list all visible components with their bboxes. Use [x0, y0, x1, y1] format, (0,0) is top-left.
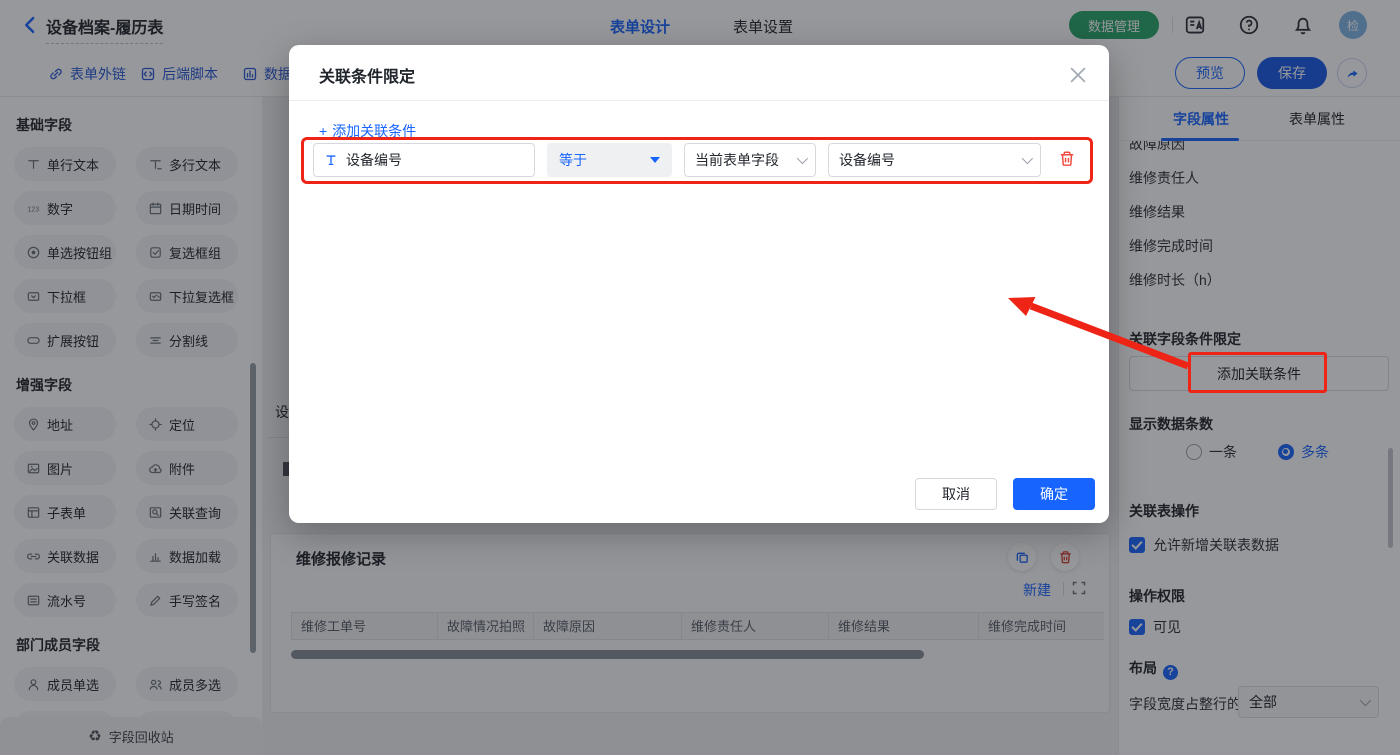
- text-field-icon: [324, 153, 338, 167]
- condition-value-select[interactable]: 设备编号: [828, 143, 1041, 177]
- add-condition-link[interactable]: + 添加关联条件: [319, 121, 416, 141]
- confirm-button[interactable]: 确定: [1013, 478, 1095, 510]
- chevron-down-icon: [797, 153, 808, 164]
- trash-icon: [1058, 150, 1076, 168]
- relation-condition-modal: 关联条件限定 + 添加关联条件 设备编号 等于 当前表单字段 设备编号 取消 确…: [289, 45, 1109, 523]
- condition-operator-select[interactable]: 等于: [547, 143, 672, 177]
- condition-source-select[interactable]: 当前表单字段: [684, 143, 816, 177]
- plus-icon: +: [319, 123, 327, 139]
- caret-down-icon: [650, 157, 660, 163]
- chevron-down-icon: [1022, 153, 1033, 164]
- delete-condition-button[interactable]: [1058, 150, 1076, 168]
- condition-field-input[interactable]: 设备编号: [313, 143, 535, 177]
- close-icon[interactable]: [1067, 64, 1089, 86]
- modal-header-divider: [289, 100, 1109, 101]
- modal-title: 关联条件限定: [319, 63, 415, 87]
- cancel-button[interactable]: 取消: [915, 478, 997, 510]
